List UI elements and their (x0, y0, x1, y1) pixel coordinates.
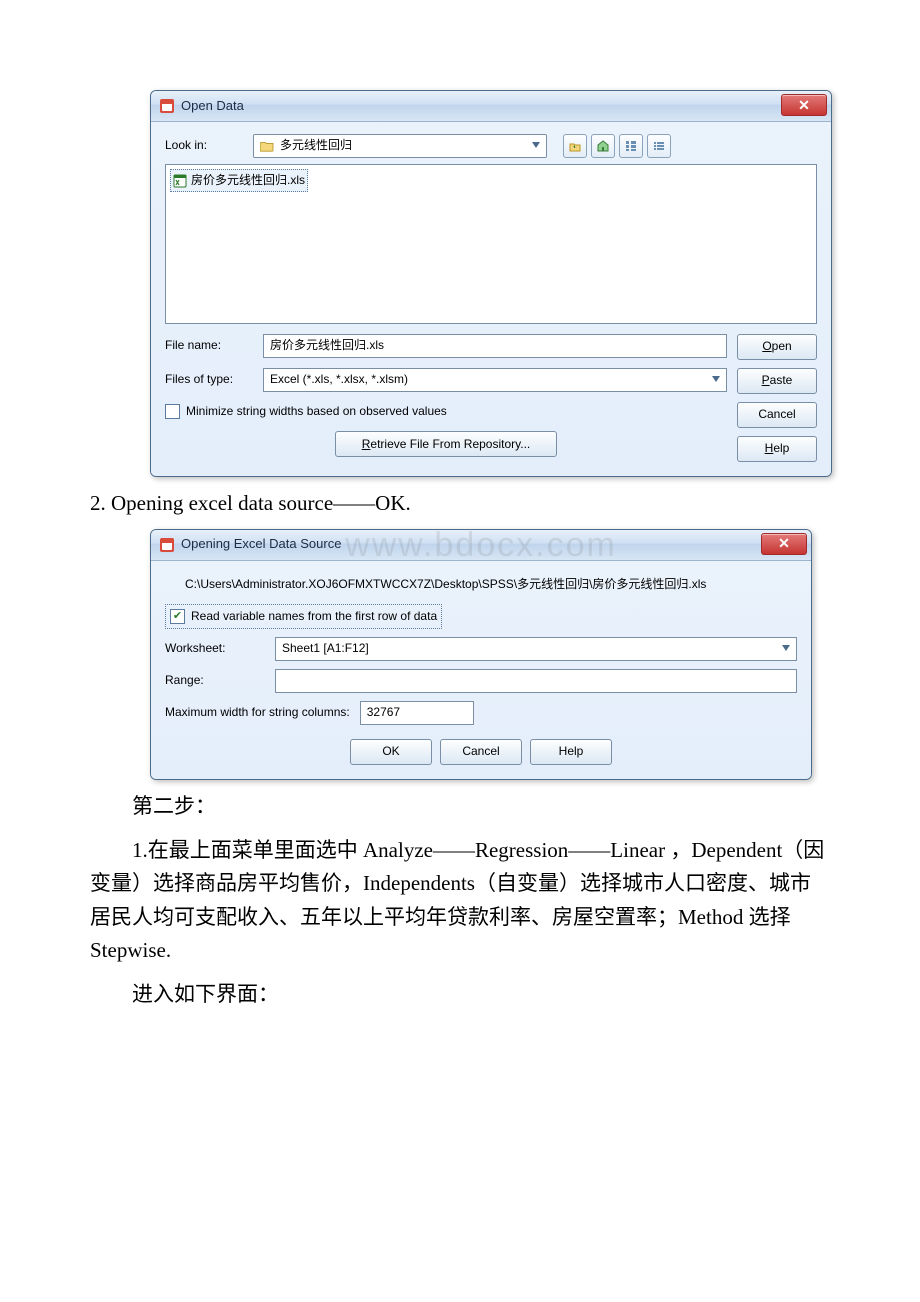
minimize-checkbox[interactable] (165, 404, 180, 419)
help-button[interactable]: Help (530, 739, 612, 765)
file-path: C:\Users\Administrator.XOJ6OFMXTWCCX7Z\D… (185, 575, 797, 594)
open-excel-dialog: Opening Excel Data Source ✕ www.bdocx.co… (150, 529, 812, 780)
chevron-down-icon (712, 376, 720, 382)
paste-button[interactable]: Paste (737, 368, 817, 394)
filetype-select[interactable]: Excel (*.xls, *.xlsx, *.xlsm) (263, 368, 727, 392)
read-var-label: Read variable names from the first row o… (191, 607, 437, 626)
filetype-label: Files of type: (165, 370, 255, 389)
open-data-body: Look in: 多元线性回归 (151, 122, 831, 476)
open-excel-titlebar[interactable]: Opening Excel Data Source ✕ www.bdocx.co… (151, 530, 811, 561)
chevron-down-icon (782, 645, 790, 651)
worksheet-select[interactable]: Sheet1 [A1:F12] (275, 637, 797, 661)
cancel-button[interactable]: Cancel (737, 402, 817, 428)
close-icon: ✕ (778, 532, 790, 554)
file-item-label: 房价多元线性回归.xls (191, 171, 305, 190)
app-icon (159, 537, 175, 553)
maxwidth-input[interactable]: 32767 (360, 701, 474, 725)
close-button[interactable]: ✕ (781, 94, 827, 116)
close-button[interactable]: ✕ (761, 533, 807, 555)
home-button[interactable] (591, 134, 615, 158)
details-view-icon (624, 139, 638, 153)
lookin-label: Look in: (165, 136, 245, 155)
filename-value: 房价多元线性回归.xls (270, 336, 384, 355)
folder-icon (260, 140, 274, 152)
open-button[interactable]: Open (737, 334, 817, 360)
retrieve-button[interactable]: Retrieve File From Repository... (335, 431, 557, 457)
read-var-row: Read variable names from the first row o… (165, 604, 442, 629)
step2-heading: 第二步： (90, 790, 830, 824)
step2-last: 进入如下界面： (90, 978, 830, 1012)
open-excel-body: C:\Users\Administrator.XOJ6OFMXTWCCX7Z\D… (151, 561, 811, 779)
home-icon (596, 139, 610, 153)
open-data-dialog: Open Data ✕ Look in: 多元线性回归 (150, 90, 832, 477)
range-input[interactable] (275, 669, 797, 693)
ok-button[interactable]: OK (350, 739, 432, 765)
up-folder-button[interactable] (563, 134, 587, 158)
file-list[interactable]: 房价多元线性回归.xls (165, 164, 817, 324)
retrieve-label-rest: etrieve File From Repository... (370, 437, 530, 451)
caption-open-excel: 2. Opening excel data source——OK. (90, 487, 830, 521)
maxwidth-label: Maximum width for string columns: (165, 703, 350, 722)
minimize-label: Minimize string widths based on observed… (186, 402, 447, 421)
lookin-value: 多元线性回归 (280, 136, 352, 155)
help-button[interactable]: Help (737, 436, 817, 462)
details-view-button[interactable] (619, 134, 643, 158)
app-icon (159, 98, 175, 114)
maxwidth-value: 32767 (367, 703, 400, 722)
lookin-toolbar (563, 134, 671, 158)
filename-label: File name: (165, 336, 255, 355)
cancel-button[interactable]: Cancel (440, 739, 522, 765)
list-view-icon (652, 139, 666, 153)
close-icon: ✕ (798, 94, 810, 116)
open-data-titlebar[interactable]: Open Data ✕ (151, 91, 831, 122)
read-var-checkbox[interactable] (170, 609, 185, 624)
filename-input[interactable]: 房价多元线性回归.xls (263, 334, 727, 358)
chevron-down-icon (532, 142, 540, 148)
step2-body: 1.在最上面菜单里面选中 Analyze——Regression——Linear… (90, 834, 830, 968)
up-folder-icon (568, 139, 582, 153)
lookin-dropdown[interactable]: 多元线性回归 (253, 134, 547, 158)
worksheet-label: Worksheet: (165, 639, 265, 658)
xls-file-icon (173, 174, 187, 188)
open-excel-title: Opening Excel Data Source (181, 534, 341, 555)
list-view-button[interactable] (647, 134, 671, 158)
file-item[interactable]: 房价多元线性回归.xls (170, 169, 308, 192)
filetype-value: Excel (*.xls, *.xlsx, *.xlsm) (270, 370, 408, 389)
open-data-title: Open Data (181, 96, 244, 117)
range-label: Range: (165, 671, 265, 690)
worksheet-value: Sheet1 [A1:F12] (282, 639, 369, 658)
